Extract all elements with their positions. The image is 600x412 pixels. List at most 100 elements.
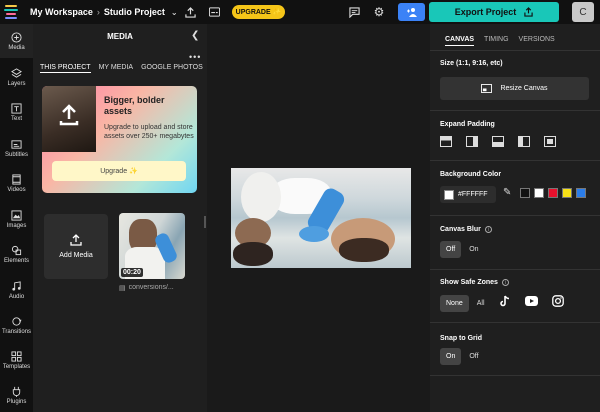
pad-left-icon[interactable] (518, 136, 530, 147)
background-color-label: Background Color (440, 171, 502, 178)
rail-label: Videos (7, 186, 26, 193)
tab-timing[interactable]: TIMING (484, 36, 509, 46)
captions-icon[interactable] (204, 2, 224, 22)
tiktok-icon[interactable] (500, 295, 511, 307)
background-color-value: #FFFFFF (458, 191, 488, 198)
swatch-red[interactable] (548, 188, 558, 198)
export-project-button[interactable]: Export Project (429, 2, 559, 22)
eyedropper-icon[interactable]: ✎ (503, 187, 511, 198)
rail-label: Subtitles (4, 151, 28, 158)
panel-resize-handle[interactable] (204, 216, 206, 228)
rail-item-images[interactable]: Images (0, 202, 33, 236)
rail-item-media[interactable]: Media (0, 24, 33, 58)
snap-on-option[interactable]: On (440, 348, 462, 365)
promo-subtext: Upgrade to upload and store assets over … (104, 124, 194, 140)
chevron-down-icon[interactable]: ⌄ (171, 8, 178, 17)
background-color-input[interactable]: #FFFFFF (440, 186, 496, 203)
snap-to-grid-toggle: On Off (440, 348, 485, 365)
swatch-yellow[interactable] (562, 188, 572, 198)
padding-options (440, 136, 556, 147)
pad-all-icon[interactable] (544, 136, 556, 147)
current-color-swatch (444, 189, 454, 200)
size-label: Size (1:1, 9:16, etc) (440, 60, 503, 67)
safe-all-option[interactable]: All (471, 295, 491, 312)
video-canvas[interactable] (231, 168, 411, 268)
rail-item-layers[interactable]: Layers (0, 60, 33, 94)
media-item-thumbnail[interactable]: 00:20 (119, 213, 185, 279)
rail-label: Layers (7, 80, 26, 87)
media-icon (11, 31, 22, 43)
audio-icon (12, 280, 21, 291)
tab-my-media[interactable]: MY MEDIA (99, 64, 134, 73)
resize-canvas-button[interactable]: Resize Canvas (440, 77, 589, 100)
export-icon (524, 7, 533, 17)
instagram-icon[interactable] (552, 295, 564, 307)
youtube-icon[interactable] (525, 296, 538, 306)
blur-off-option[interactable]: Off (440, 241, 462, 258)
blur-on-option[interactable]: On (463, 241, 484, 258)
rail-item-elements[interactable]: Elements (0, 237, 33, 271)
swatch-black[interactable] (520, 188, 530, 198)
properties-tabs: CANVAS TIMING VERSIONS (445, 36, 555, 46)
safe-zones-toggle: None All (440, 295, 491, 312)
rail-label: Media (8, 44, 25, 51)
divider (430, 375, 600, 376)
properties-panel: CANVAS TIMING VERSIONS Size (1:1, 9:16, … (430, 24, 600, 412)
upgrade-button[interactable]: UPGRADE ✨ (232, 5, 285, 19)
rail-item-audio[interactable]: Audio (0, 273, 33, 307)
rail-item-videos[interactable]: Videos (0, 166, 33, 200)
pad-right-icon[interactable] (466, 136, 478, 147)
pad-top-icon[interactable] (440, 136, 452, 147)
rail-item-plugins[interactable]: Plugins (0, 378, 33, 412)
expand-padding-label: Expand Padding (440, 121, 495, 128)
upload-icon[interactable] (180, 2, 200, 22)
upgrade-promo-card: Bigger, bolder assets Upgrade to upload … (42, 86, 197, 193)
safe-none-option[interactable]: None (440, 295, 469, 312)
templates-icon (11, 350, 22, 362)
comments-icon[interactable] (344, 2, 364, 22)
info-icon[interactable]: i (484, 226, 492, 233)
canvas-blur-toggle: Off On (440, 241, 485, 258)
info-icon[interactable]: i (501, 279, 509, 286)
rail-item-templates[interactable]: Templates (0, 343, 33, 377)
file-icon: ▤ (119, 285, 126, 292)
settings-gear-icon[interactable]: ⚙ (369, 2, 389, 22)
promo-heading: Bigger, bolder assets (104, 95, 165, 116)
rail-item-text[interactable]: Text (0, 95, 33, 129)
transitions-icon (12, 316, 22, 326)
elements-icon (11, 245, 22, 255)
media-item-name: ▤ conversions/... (119, 284, 189, 292)
app-logo-icon[interactable] (0, 0, 22, 24)
promo-image (42, 86, 96, 152)
more-options-icon[interactable]: ••• (189, 52, 201, 62)
rail-item-transitions[interactable]: Transitions (0, 308, 33, 342)
promo-upgrade-button[interactable]: Upgrade ✨ (52, 161, 186, 181)
safe-zones-text: Show Safe Zones (440, 279, 498, 286)
text-icon (11, 102, 22, 114)
breadcrumb-separator: › (96, 7, 100, 17)
project-name[interactable]: Studio Project (104, 7, 165, 17)
snap-to-grid-label: Snap to Grid (440, 335, 482, 342)
rail-item-subtitles[interactable]: Subtitles (0, 131, 33, 165)
rail-label: Images (6, 222, 27, 229)
upload-icon (70, 234, 82, 246)
user-avatar[interactable]: C (572, 2, 594, 22)
tab-canvas[interactable]: CANVAS (445, 36, 475, 46)
media-item-filename: conversions/... (128, 284, 174, 291)
tab-this-project[interactable]: THIS PROJECT (40, 64, 91, 73)
resize-icon (481, 84, 493, 93)
plugins-icon (12, 386, 21, 397)
tab-google-photos[interactable]: GOOGLE PHOTOS (141, 64, 203, 73)
rail-label: Elements (3, 257, 29, 264)
pad-bottom-icon[interactable] (492, 136, 504, 147)
tool-rail: Media Layers Text Subtitles Videos Image… (0, 24, 33, 412)
invite-user-button[interactable] (398, 3, 425, 21)
rail-label: Text (10, 115, 22, 122)
collapse-panel-icon[interactable]: ❮ (191, 30, 199, 41)
workspace-link[interactable]: My Workspace (30, 7, 93, 17)
swatch-white[interactable] (534, 188, 544, 198)
tab-versions[interactable]: VERSIONS (519, 36, 555, 46)
add-media-button[interactable]: Add Media (44, 214, 108, 279)
snap-off-option[interactable]: Off (463, 348, 484, 365)
swatch-blue[interactable] (576, 188, 586, 198)
